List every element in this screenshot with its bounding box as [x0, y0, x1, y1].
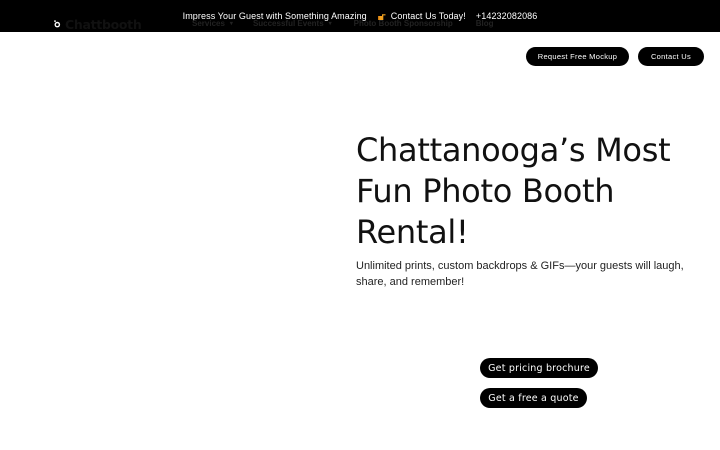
chevron-down-icon: ▾: [328, 21, 332, 27]
nav-item-label: Services: [192, 19, 225, 28]
chevron-down-icon: ▾: [229, 21, 233, 27]
nav-item-label: Photo Booth Sponsorship: [353, 19, 453, 28]
nav-item-blog[interactable]: Blog: [476, 19, 494, 28]
nav-item-label: Successful Events: [252, 19, 324, 28]
logo-text: Chattbooth: [65, 17, 142, 32]
hero-subtitle: Unlimited prints, custom backdrops & GIF…: [356, 260, 684, 288]
logo[interactable]: Chattbooth: [48, 17, 142, 32]
hero-title: Chattanooga’s Most Fun Photo Booth Renta…: [356, 131, 671, 251]
pricing-brochure-button[interactable]: Get pricing brochure: [480, 358, 598, 378]
free-quote-button[interactable]: Get a free a quote: [480, 388, 587, 408]
nav-item-services[interactable]: Services ▾: [192, 19, 233, 28]
nav-item-successful-events[interactable]: Successful Events ▾: [253, 19, 332, 28]
nav-item-label: Blog: [475, 19, 494, 28]
nav-item-photo-booth-sponsorship[interactable]: Photo Booth Sponsorship: [354, 19, 453, 28]
camera-icon: [48, 19, 63, 30]
primary-nav: Services ▾ Successful Events ▾ Photo Boo…: [192, 19, 494, 28]
request-mockup-button[interactable]: Request Free Mockup: [526, 47, 629, 66]
contact-us-button[interactable]: Contact Us: [638, 47, 704, 66]
